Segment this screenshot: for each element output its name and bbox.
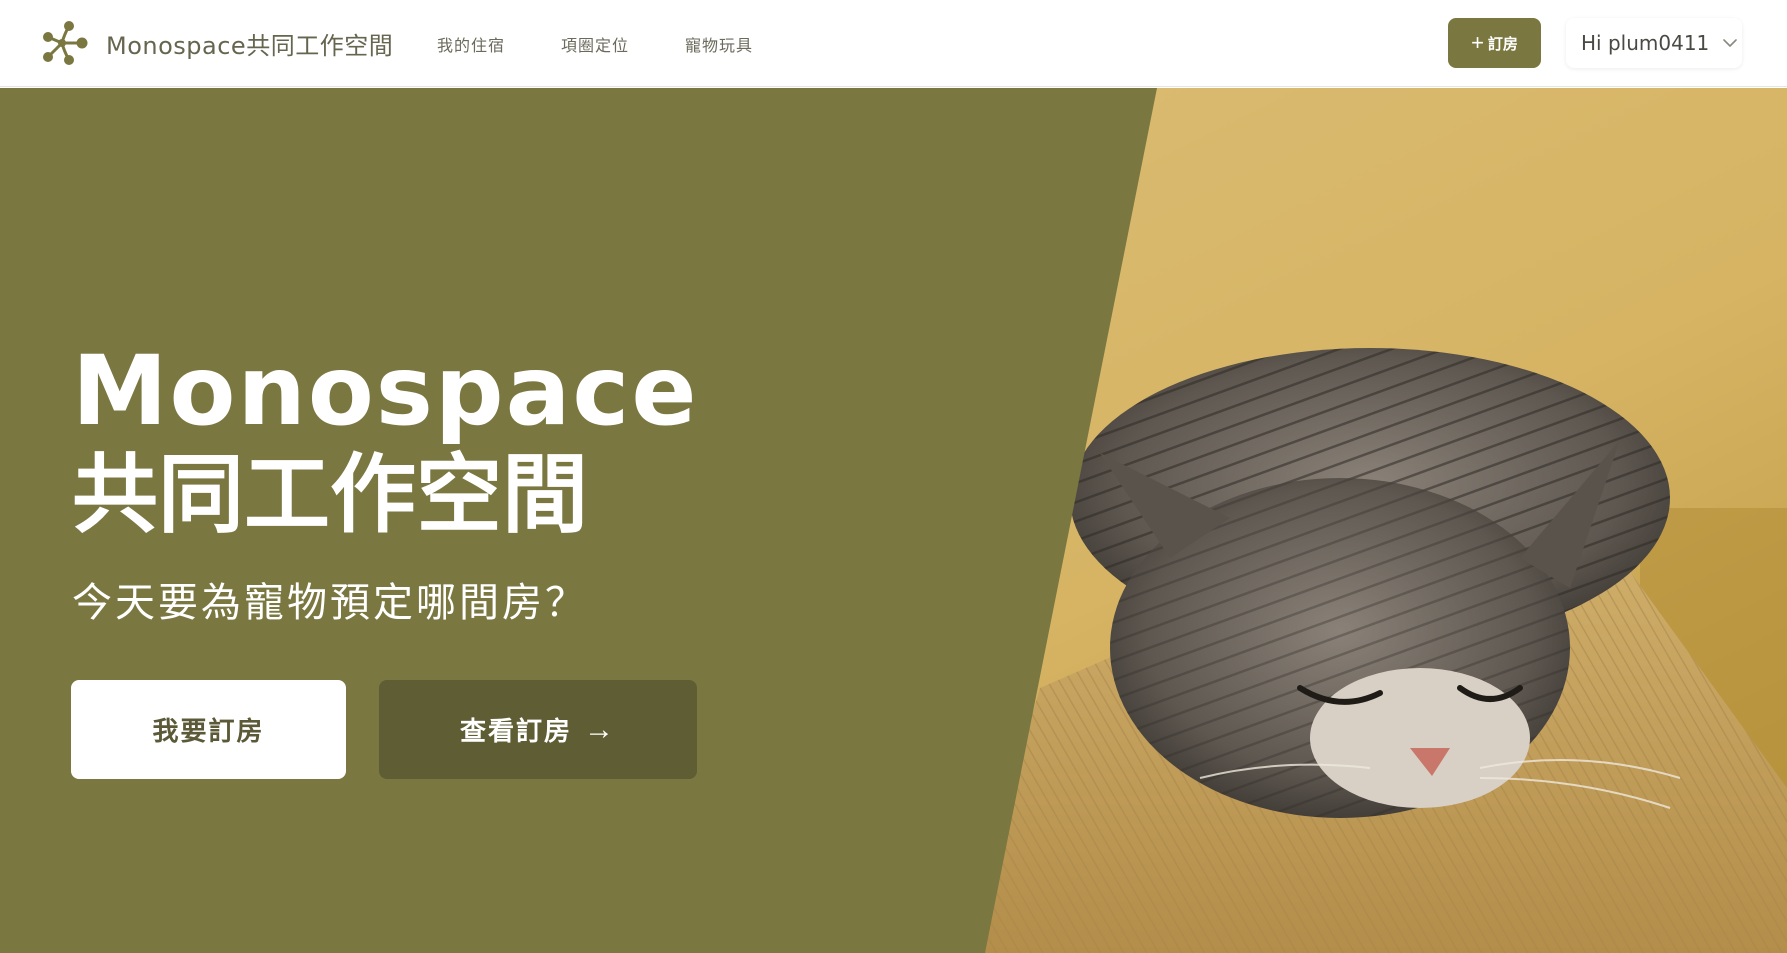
chevron-down-icon <box>1723 38 1738 47</box>
hero-title: Monospace 共同工作空間 <box>72 338 698 546</box>
view-bookings-label: 查看訂房 <box>459 716 572 746</box>
user-greeting: Hi plum0411 <box>1581 31 1710 55</box>
book-room-button[interactable]: + 訂房 <box>1448 18 1541 68</box>
book-now-button[interactable]: 我要訂房 <box>71 680 346 779</box>
top-navbar: Monospace共同工作空間 我的住宿 項圈定位 寵物玩具 + 訂房 Hi p… <box>0 0 1787 87</box>
nav-pet-toys[interactable]: 寵物玩具 <box>685 32 753 56</box>
hero-section: Monospace 共同工作空間 今天要為寵物預定哪間房？ 我要訂房 查看訂房 … <box>0 88 1787 953</box>
brand-link[interactable]: Monospace共同工作空間 <box>42 21 393 65</box>
molecule-dots-logo-icon <box>43 21 88 65</box>
brand-name: Monospace共同工作空間 <box>106 31 394 60</box>
main-nav: 我的住宿 項圈定位 寵物玩具 <box>437 32 809 56</box>
nav-collar-tracking[interactable]: 項圈定位 <box>561 32 629 56</box>
book-now-label: 我要訂房 <box>152 716 265 746</box>
hero-title-line2: 共同工作空間 <box>72 445 588 545</box>
nav-my-stays[interactable]: 我的住宿 <box>437 32 505 56</box>
arrow-right-icon: → <box>584 712 616 746</box>
book-room-label: 訂房 <box>1487 35 1518 53</box>
hero-subtitle: 今天要為寵物預定哪間房？ <box>72 580 588 626</box>
hero-title-line1: Monospace <box>72 335 699 447</box>
plus-icon: + <box>1471 30 1484 55</box>
user-menu-dropdown[interactable]: Hi plum0411 <box>1566 18 1742 68</box>
view-bookings-button[interactable]: 查看訂房 → <box>379 680 697 779</box>
